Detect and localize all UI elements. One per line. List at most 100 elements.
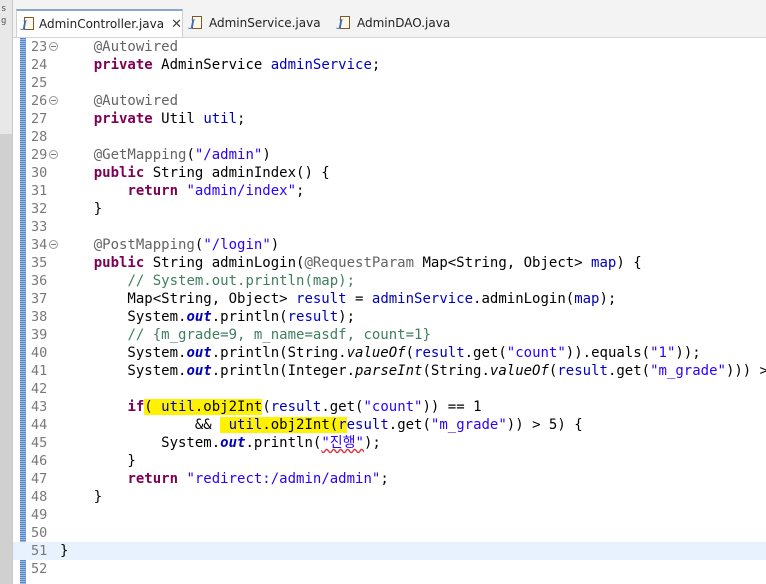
- code-line[interactable]: 48 }: [13, 488, 766, 506]
- code-token: );: [338, 309, 356, 325]
- code-token: result: [287, 309, 339, 325]
- code-line[interactable]: 49: [13, 506, 766, 524]
- code-token: r: [338, 417, 347, 433]
- code-line[interactable]: 41 System.out.println(Integer.parseInt(S…: [13, 362, 766, 380]
- tab-admin-dao[interactable]: J AdminDAO.java: [333, 9, 463, 37]
- code-line[interactable]: 44 && util.obj2Int(result.get("m_grade")…: [13, 416, 766, 434]
- line-number: 50: [31, 525, 48, 541]
- code-token: adminService: [270, 57, 372, 73]
- code-token: "m_grade": [430, 417, 507, 433]
- code-token: "/admin": [194, 147, 263, 163]
- code-text: System.out.println(result);: [60, 308, 355, 326]
- fold-collapse-icon[interactable]: [49, 42, 58, 51]
- code-token: }: [60, 201, 103, 217]
- code-token: .println(String.: [211, 345, 347, 361]
- code-line[interactable]: 42: [13, 380, 766, 398]
- fold-collapse-icon[interactable]: [49, 150, 58, 159]
- line-number: 44: [31, 417, 48, 433]
- code-token: .println(: [245, 435, 322, 451]
- code-token: // System.out.println(map);: [127, 273, 356, 289]
- code-line[interactable]: 25: [13, 74, 766, 92]
- line-number: 37: [31, 291, 48, 307]
- code-token: "count": [363, 399, 423, 415]
- code-text: }: [60, 452, 136, 470]
- code-token: }: [60, 453, 136, 469]
- code-line[interactable]: 39 // {m_grade=9, m_name=asdf, count=1}: [13, 326, 766, 344]
- line-number: 48: [31, 489, 48, 505]
- code-line[interactable]: 32 }: [13, 200, 766, 218]
- code-token: "진행": [321, 435, 364, 451]
- code-line[interactable]: 52: [13, 560, 766, 578]
- side-scroll-track[interactable]: [0, 134, 12, 584]
- code-token: "m_grade": [650, 363, 726, 379]
- line-number: 35: [31, 255, 48, 271]
- code-line[interactable]: 26 @Autowired: [13, 92, 766, 110]
- code-token: ))) > 5);: [725, 363, 766, 379]
- code-token: "/login": [203, 237, 271, 253]
- code-line[interactable]: 38 System.out.println(result);: [13, 308, 766, 326]
- code-text: }: [60, 200, 102, 218]
- code-line[interactable]: 30 public String adminIndex() {: [13, 164, 766, 182]
- tab-admin-controller[interactable]: J AdminController.java ✕: [16, 9, 183, 37]
- line-number: 39: [31, 327, 48, 343]
- code-line[interactable]: 28: [13, 128, 766, 146]
- code-line[interactable]: 31 return "admin/index";: [13, 182, 766, 200]
- java-file-icon: J: [190, 16, 204, 30]
- code-token: @Autowired: [93, 93, 179, 109]
- code-line[interactable]: 50: [13, 524, 766, 542]
- code-token: ) {: [616, 255, 642, 271]
- code-token: .adminLogin(: [473, 291, 575, 307]
- code-text: return "admin/index";: [60, 182, 304, 200]
- code-token: "1": [650, 345, 676, 361]
- code-line[interactable]: 23 @Autowired: [13, 38, 766, 56]
- code-line[interactable]: 29 @GetMapping("/admin"): [13, 146, 766, 164]
- code-text: Map<String, Object> result = adminServic…: [60, 290, 616, 308]
- tab-label: AdminController.java: [38, 17, 165, 31]
- java-file-icon: J: [338, 16, 352, 30]
- code-line[interactable]: 37 Map<String, Object> result = adminSer…: [13, 290, 766, 308]
- line-number: 32: [31, 201, 48, 217]
- code-token: util: [203, 111, 238, 127]
- line-number: 36: [31, 273, 48, 289]
- code-line[interactable]: 47 return "redirect:/admin/admin";: [13, 470, 766, 488]
- line-number: 24: [31, 57, 48, 73]
- close-icon[interactable]: ✕: [171, 17, 182, 32]
- code-token: String adminLogin(: [144, 255, 305, 271]
- code-line[interactable]: 33: [13, 218, 766, 236]
- code-token: parseInt: [355, 363, 423, 379]
- line-number: 47: [31, 471, 48, 487]
- fold-collapse-icon[interactable]: [49, 240, 58, 249]
- code-line[interactable]: 45 System.out.println("진행");: [13, 434, 766, 452]
- code-line[interactable]: 36 // System.out.println(map);: [13, 272, 766, 290]
- code-token: private: [93, 57, 153, 73]
- code-token: [220, 417, 229, 433]
- code-token: System.: [60, 363, 187, 379]
- code-line[interactable]: 24 private AdminService adminService;: [13, 56, 766, 74]
- code-line[interactable]: 34 @PostMapping("/login"): [13, 236, 766, 254]
- code-token: map: [574, 291, 600, 307]
- code-line[interactable]: 43 if( util.obj2Int(result.get("count"))…: [13, 398, 766, 416]
- code-token: public: [93, 255, 145, 271]
- code-token: "count": [506, 345, 566, 361]
- tab-admin-service[interactable]: J AdminService.java: [185, 9, 330, 37]
- code-line[interactable]: 46 }: [13, 452, 766, 470]
- code-token: );: [599, 291, 617, 307]
- code-token: .get(: [388, 417, 431, 433]
- java-file-icon: J: [22, 17, 34, 31]
- code-token: @GetMapping: [93, 147, 187, 163]
- code-token: System.: [60, 309, 187, 325]
- code-line[interactable]: 51}: [13, 542, 766, 560]
- code-token: .println(: [211, 309, 288, 325]
- code-line[interactable]: 27 private Util util;: [13, 110, 766, 128]
- code-text: @Autowired: [60, 38, 178, 56]
- code-line[interactable]: 35 public String adminLogin(@RequestPara…: [13, 254, 766, 272]
- code-editor[interactable]: 23 @Autowired 24 private AdminService adm…: [13, 38, 766, 584]
- code-token: return: [127, 471, 179, 487]
- code-line[interactable]: 40 System.out.println(String.valueOf(res…: [13, 344, 766, 362]
- fold-collapse-icon[interactable]: [49, 96, 58, 105]
- code-token: // {m_grade=9, m_name=asdf, count=1}: [127, 327, 431, 343]
